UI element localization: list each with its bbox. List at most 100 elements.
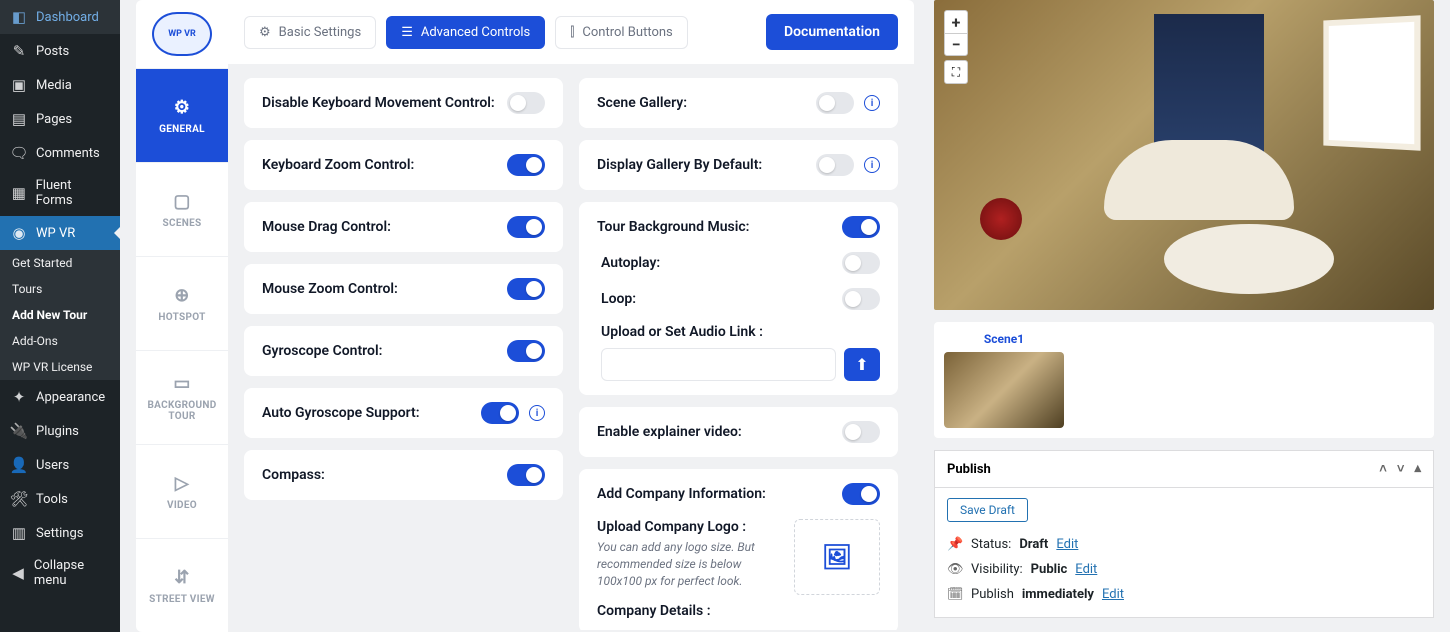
toggle[interactable] <box>842 216 880 238</box>
edit-schedule-link[interactable]: Edit <box>1102 587 1124 602</box>
setting-label: Add Company Information: <box>597 486 842 502</box>
tab-advanced-controls[interactable]: ☰Advanced Controls <box>386 16 545 49</box>
setting-label: Auto Gyroscope Support: <box>262 405 481 421</box>
toggle[interactable] <box>842 483 880 505</box>
menu-label: Pages <box>36 112 72 127</box>
wpvr-brand: WP VR <box>136 0 228 68</box>
vtab-label: STREET VIEW <box>149 594 215 605</box>
audio-link-input[interactable] <box>601 348 836 381</box>
info-icon[interactable]: i <box>529 405 545 421</box>
upload-audio-label: Upload or Set Audio Link : <box>601 324 880 340</box>
tab-control-buttons[interactable]: ⫿Control Buttons <box>555 16 688 49</box>
menu-label: Comments <box>36 146 100 161</box>
setting-row: Compass: <box>244 450 563 500</box>
toggle[interactable] <box>842 421 880 443</box>
publish-label: Publish <box>971 587 1014 602</box>
menu-label: Plugins <box>36 424 79 439</box>
wp-menu-plugins[interactable]: 🔌Plugins <box>0 414 120 448</box>
wp-menu-wp-vr[interactable]: ◉ WP VR <box>0 216 120 250</box>
wp-submenu-tours[interactable]: Tours <box>0 276 120 302</box>
toggle[interactable] <box>816 92 854 114</box>
wp-menu-comments[interactable]: 🗨 Comments <box>0 136 120 170</box>
wp-submenu-add-new-tour[interactable]: Add New Tour <box>0 302 120 328</box>
toggle[interactable] <box>507 340 545 362</box>
edit-visibility-link[interactable]: Edit <box>1075 562 1097 577</box>
menu-label: Media <box>36 78 72 93</box>
setting-label: Compass: <box>262 467 507 483</box>
scene-title: Scene1 <box>944 332 1064 346</box>
tab-basic-settings[interactable]: ⚙Basic Settings <box>244 16 376 49</box>
vtab-scenes[interactable]: ▢SCENES <box>136 162 228 256</box>
wp-menu-users[interactable]: 👤Users <box>0 448 120 482</box>
wp-menu-collapse-menu[interactable]: ◀Collapse menu <box>0 550 120 596</box>
publish-metabox: Publish ˄ ˅ ▴ Save Draft 📌 Status: Draft… <box>934 450 1434 618</box>
vtab-hotspot[interactable]: ⊕ HOTSPOT <box>136 256 228 350</box>
info-icon[interactable]: i <box>864 95 880 111</box>
toggle[interactable] <box>507 154 545 176</box>
hotspot-icon: ⊕ <box>174 285 189 306</box>
info-icon[interactable]: i <box>864 157 880 173</box>
wp-menu-settings[interactable]: ▥Settings <box>0 516 120 550</box>
visibility-value: Public <box>1031 562 1068 577</box>
setting-label: Disable Keyboard Movement Control: <box>262 95 507 111</box>
wp-menu-posts[interactable]: ✎Posts <box>0 34 120 68</box>
setting-label: Mouse Zoom Control: <box>262 281 507 297</box>
wp-submenu-wp-vr-license[interactable]: WP VR License <box>0 354 120 380</box>
setting-row: Scene Gallery: i <box>579 78 898 128</box>
autoplay-toggle[interactable] <box>842 252 880 274</box>
wp-menu-appearance[interactable]: ✦Appearance <box>0 380 120 414</box>
toggle[interactable] <box>507 464 545 486</box>
setting-label: Display Gallery By Default: <box>597 157 816 173</box>
setting-label: Mouse Drag Control: <box>262 219 507 235</box>
video-icon: ▷ <box>175 473 189 494</box>
upload-audio-button[interactable]: ⬆ <box>844 348 880 381</box>
scene-card[interactable]: Scene1 <box>944 332 1064 428</box>
menu-pages-icon: ▤ <box>10 110 28 128</box>
toggle[interactable] <box>507 92 545 114</box>
vtab-general[interactable]: ⚙GENERAL <box>136 68 228 162</box>
metabox-down-icon[interactable]: ˅ <box>1397 461 1405 477</box>
vtab-background-tour[interactable]: ▭BACKGROUND TOUR <box>136 350 228 444</box>
top-tabs: ⚙Basic Settings ☰Advanced Controls ⫿Contro… <box>228 0 914 64</box>
autoplay-label: Autoplay: <box>601 255 660 271</box>
wp-menu-tools[interactable]: 🛠Tools <box>0 482 120 516</box>
wp-menu-fluent-forms[interactable]: ▦Fluent Forms <box>0 170 120 216</box>
toggle[interactable] <box>507 278 545 300</box>
zoom-in-button[interactable]: + <box>945 11 967 33</box>
wp-submenu-get-started[interactable]: Get Started <box>0 250 120 276</box>
toggle[interactable] <box>816 154 854 176</box>
setting-label: Scene Gallery: <box>597 95 816 111</box>
zoom-out-button[interactable]: − <box>945 33 967 55</box>
menu-comments-icon: 🗨 <box>10 144 28 162</box>
status-label: Status: <box>971 537 1011 552</box>
wp-menu-pages[interactable]: ▤ Pages <box>0 102 120 136</box>
metabox-toggle-icon[interactable]: ▴ <box>1414 461 1421 477</box>
menu-settings-icon: ▥ <box>10 524 28 542</box>
eye-icon: 👁 <box>947 562 963 577</box>
wp-submenu-add-ons[interactable]: Add-Ons <box>0 328 120 354</box>
bg-music-card: Tour Background Music: Autoplay: Loop: U… <box>579 202 898 395</box>
company-card: Add Company Information: Upload Company … <box>579 469 898 630</box>
tab-label: Control Buttons <box>582 25 672 40</box>
toggle[interactable] <box>481 402 519 424</box>
vtab-label: HOTSPOT <box>158 312 205 323</box>
wp-menu-media[interactable]: ▣Media <box>0 68 120 102</box>
scene-list: Scene1 <box>934 322 1434 438</box>
metabox-up-icon[interactable]: ˄ <box>1379 461 1387 477</box>
vtab-video[interactable]: ▷VIDEO <box>136 444 228 538</box>
menu-label: WP VR <box>36 226 75 241</box>
wp-menu-dashboard[interactable]: ◧Dashboard <box>0 0 120 34</box>
publish-header: Publish <box>947 462 991 477</box>
edit-status-link[interactable]: Edit <box>1056 537 1078 552</box>
logo-upload-box[interactable]: 🖼 <box>794 519 880 595</box>
documentation-button[interactable]: Documentation <box>766 14 898 50</box>
fullscreen-button[interactable]: ⛶ <box>944 60 968 84</box>
company-logo-label: Upload Company Logo : <box>597 519 776 535</box>
setting-label: Keyboard Zoom Control: <box>262 157 507 173</box>
save-draft-button[interactable]: Save Draft <box>947 498 1028 522</box>
vtab-street-view[interactable]: ⇵STREET VIEW <box>136 538 228 632</box>
toggle[interactable] <box>507 216 545 238</box>
loop-toggle[interactable] <box>842 288 880 310</box>
menu-wp-vr-icon: ◉ <box>10 224 28 242</box>
general-icon: ⚙ <box>174 97 190 118</box>
